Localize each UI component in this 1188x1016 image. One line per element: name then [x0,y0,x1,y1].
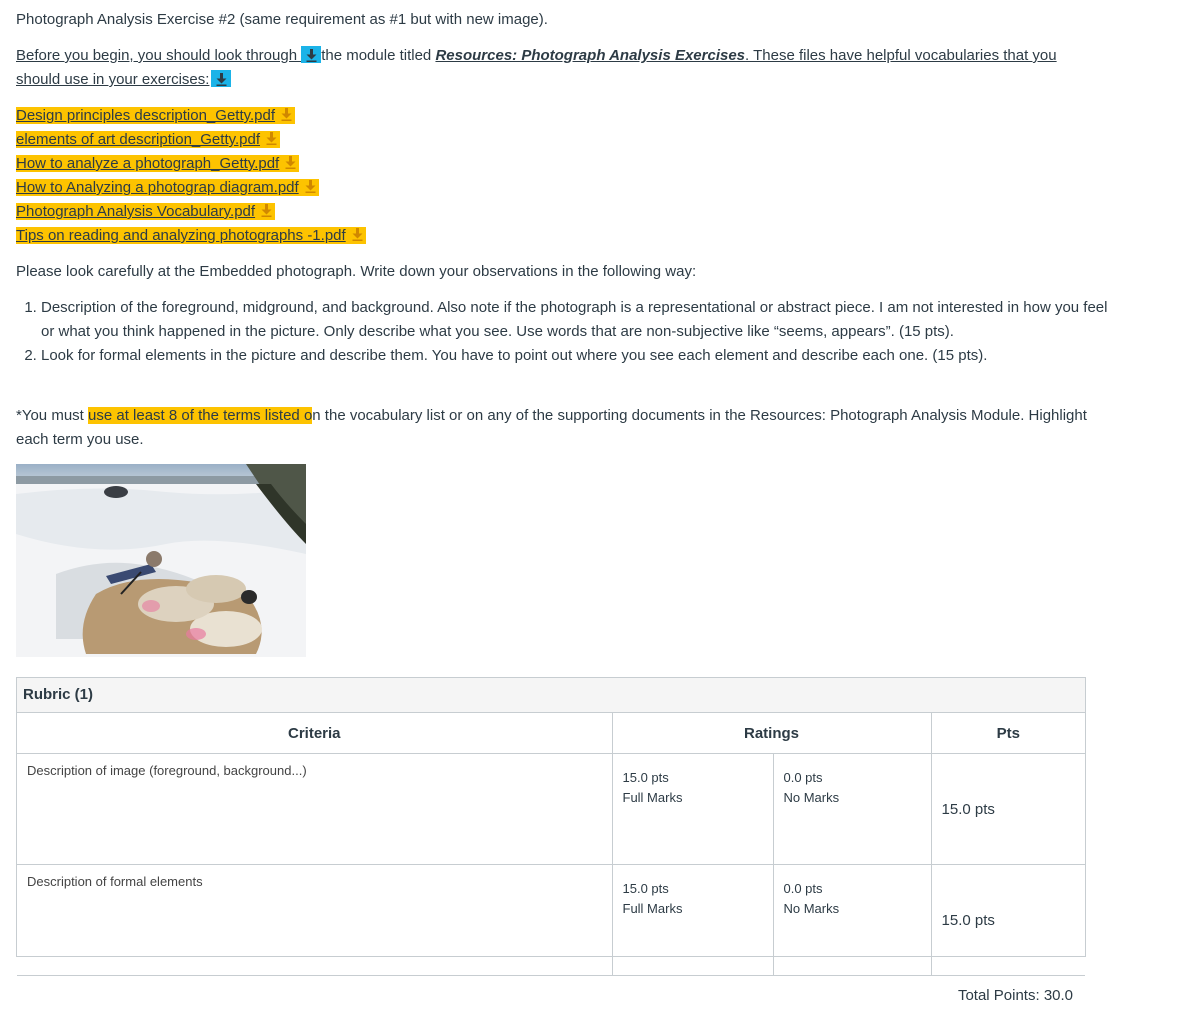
note-paragraph: *You must use at least 8 of the terms li… [16,404,1091,452]
rating-label: No Marks [784,788,921,808]
criteria-cell: Description of image (foreground, backgr… [17,754,612,865]
download-icon[interactable] [211,70,231,87]
file-item: How to analyze a photograph_Getty.pdf [16,152,366,176]
instruction-text: Please look carefully at the Embedded ph… [16,260,696,284]
file-item: Tips on reading and analyzing photograph… [16,224,366,248]
download-icon[interactable] [301,46,321,63]
file-name: Photograph Analysis Vocabulary.pdf [16,203,255,220]
file-name: Design principles description_Getty.pdf [16,107,275,124]
download-arrow-icon[interactable] [352,228,363,241]
file-name: How to analyze a photograph_Getty.pdf [16,155,279,172]
rating-points: 0.0 pts [784,879,921,899]
file-link-vocabulary[interactable]: Photograph Analysis Vocabulary.pdf [16,203,275,220]
intro-text: Photograph Analysis Exercise #2 (same re… [16,8,548,32]
module-link[interactable]: Resources: Photograph Analysis Exercises [435,47,745,64]
download-arrow-icon[interactable] [285,156,296,169]
rating-points: 15.0 pts [623,879,763,899]
rubric-total-row: Total Points: 30.0 [17,976,1085,1016]
file-link-design-principles[interactable]: Design principles description_Getty.pdf [16,107,295,124]
rubric-table: Criteria Ratings Pts Description of imag… [17,713,1085,1016]
before-text-link[interactable]: Before you begin, you should look throug… [16,47,301,64]
rating-points: 0.0 pts [784,768,921,788]
file-item: How to Analyzing a photograp diagram.pdf [16,176,366,200]
before-mid-text: the module titled [321,47,435,64]
note-text: *You must [16,407,88,424]
rubric-header-row: Criteria Ratings Pts [17,713,1085,754]
file-link-elements-of-art[interactable]: elements of art description_Getty.pdf [16,131,280,148]
ratings-header: Ratings [612,713,931,754]
total-points: Total Points: 30.0 [17,976,1085,1016]
rating-full[interactable]: 15.0 ptsFull Marks [612,754,773,865]
file-link-diagram[interactable]: How to Analyzing a photograp diagram.pdf [16,179,319,196]
rating-points: 15.0 pts [623,768,763,788]
file-link-how-to-analyze[interactable]: How to analyze a photograph_Getty.pdf [16,155,299,172]
rating-full[interactable]: 15.0 ptsFull Marks [612,865,773,976]
download-arrow-icon[interactable] [305,180,316,193]
rubric-row: Description of image (foreground, backgr… [17,754,1085,865]
pts-header: Pts [931,713,1085,754]
file-name: Tips on reading and analyzing photograph… [16,227,346,244]
criteria-cell: Description of formal elements [17,865,612,976]
step-item: Description of the foreground, midground… [41,296,1111,344]
download-arrow-icon[interactable] [281,108,292,121]
rubric-row: Description of formal elements 15.0 ptsF… [17,865,1085,976]
rubric-panel: Rubric (1) Criteria Ratings Pts Descript… [16,677,1086,957]
step-item: Look for formal elements in the picture … [41,344,1111,368]
rating-none[interactable]: 0.0 ptsNo Marks [773,865,931,976]
file-item: Design principles description_Getty.pdf [16,104,366,128]
points-cell: 15.0 pts [931,865,1085,976]
rating-label: Full Marks [623,788,763,808]
download-arrow-icon[interactable] [266,132,277,145]
file-item: elements of art description_Getty.pdf [16,128,366,152]
download-arrow-icon[interactable] [261,204,272,217]
file-link-tips[interactable]: Tips on reading and analyzing photograph… [16,227,366,244]
rubric-title: Rubric (1) [17,678,1085,713]
rating-label: No Marks [784,899,921,919]
note-highlight: use at least 8 of the terms listed o [88,407,312,424]
criteria-header: Criteria [17,713,612,754]
file-name: How to Analyzing a photograp diagram.pdf [16,179,299,196]
rating-none[interactable]: 0.0 ptsNo Marks [773,754,931,865]
file-name: elements of art description_Getty.pdf [16,131,260,148]
points-cell: 15.0 pts [931,754,1085,865]
before-paragraph: Before you begin, you should look throug… [16,44,1086,92]
steps-list: Description of the foreground, midground… [16,296,1111,368]
file-item: Photograph Analysis Vocabulary.pdf [16,200,366,224]
rating-label: Full Marks [623,899,763,919]
file-list: Design principles description_Getty.pdf … [16,104,366,248]
embedded-photograph [16,464,306,657]
